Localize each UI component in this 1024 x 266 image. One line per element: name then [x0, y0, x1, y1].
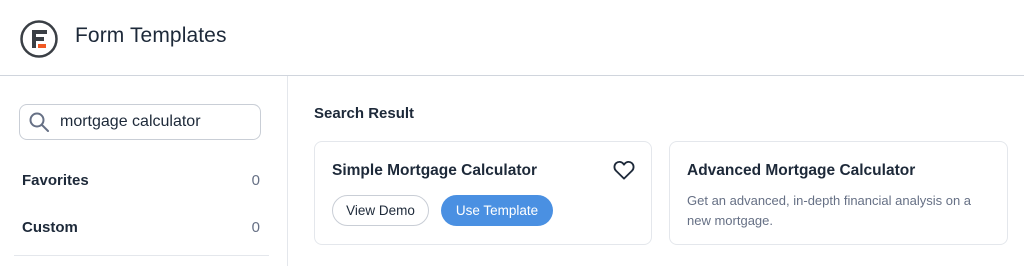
search-box[interactable]: [19, 104, 261, 140]
template-card[interactable]: Advanced Mortgage Calculator Get an adva…: [669, 141, 1008, 245]
formidable-logo-icon[interactable]: [20, 20, 58, 58]
sidebar-item-count: 0: [251, 171, 260, 189]
template-card-title: Advanced Mortgage Calculator: [687, 162, 916, 179]
main-content: Search Result Simple Mortgage Calculator…: [288, 76, 1024, 266]
heart-icon[interactable]: [613, 160, 635, 180]
sidebar-item-count: 0: [251, 218, 260, 236]
template-card: Simple Mortgage Calculator View Demo Use…: [314, 141, 652, 245]
sidebar-item-favorites[interactable]: Favorites 0: [22, 168, 260, 192]
search-icon: [29, 112, 49, 132]
sidebar: Favorites 0 Custom 0: [0, 76, 288, 266]
sidebar-item-custom[interactable]: Custom 0: [22, 215, 260, 239]
sidebar-divider: [14, 255, 269, 256]
template-card-title: Simple Mortgage Calculator: [332, 162, 537, 179]
sidebar-item-label: Favorites: [22, 171, 89, 189]
header: Form Templates: [0, 0, 1024, 76]
section-title: Search Result: [314, 105, 415, 122]
page-title: Form Templates: [75, 24, 227, 47]
template-card-description: Get an advanced, in-depth financial anal…: [687, 193, 972, 228]
view-demo-button[interactable]: View Demo: [332, 195, 429, 226]
sidebar-item-label: Custom: [22, 218, 78, 236]
use-template-button[interactable]: Use Template: [441, 195, 553, 226]
search-input[interactable]: [60, 113, 240, 131]
